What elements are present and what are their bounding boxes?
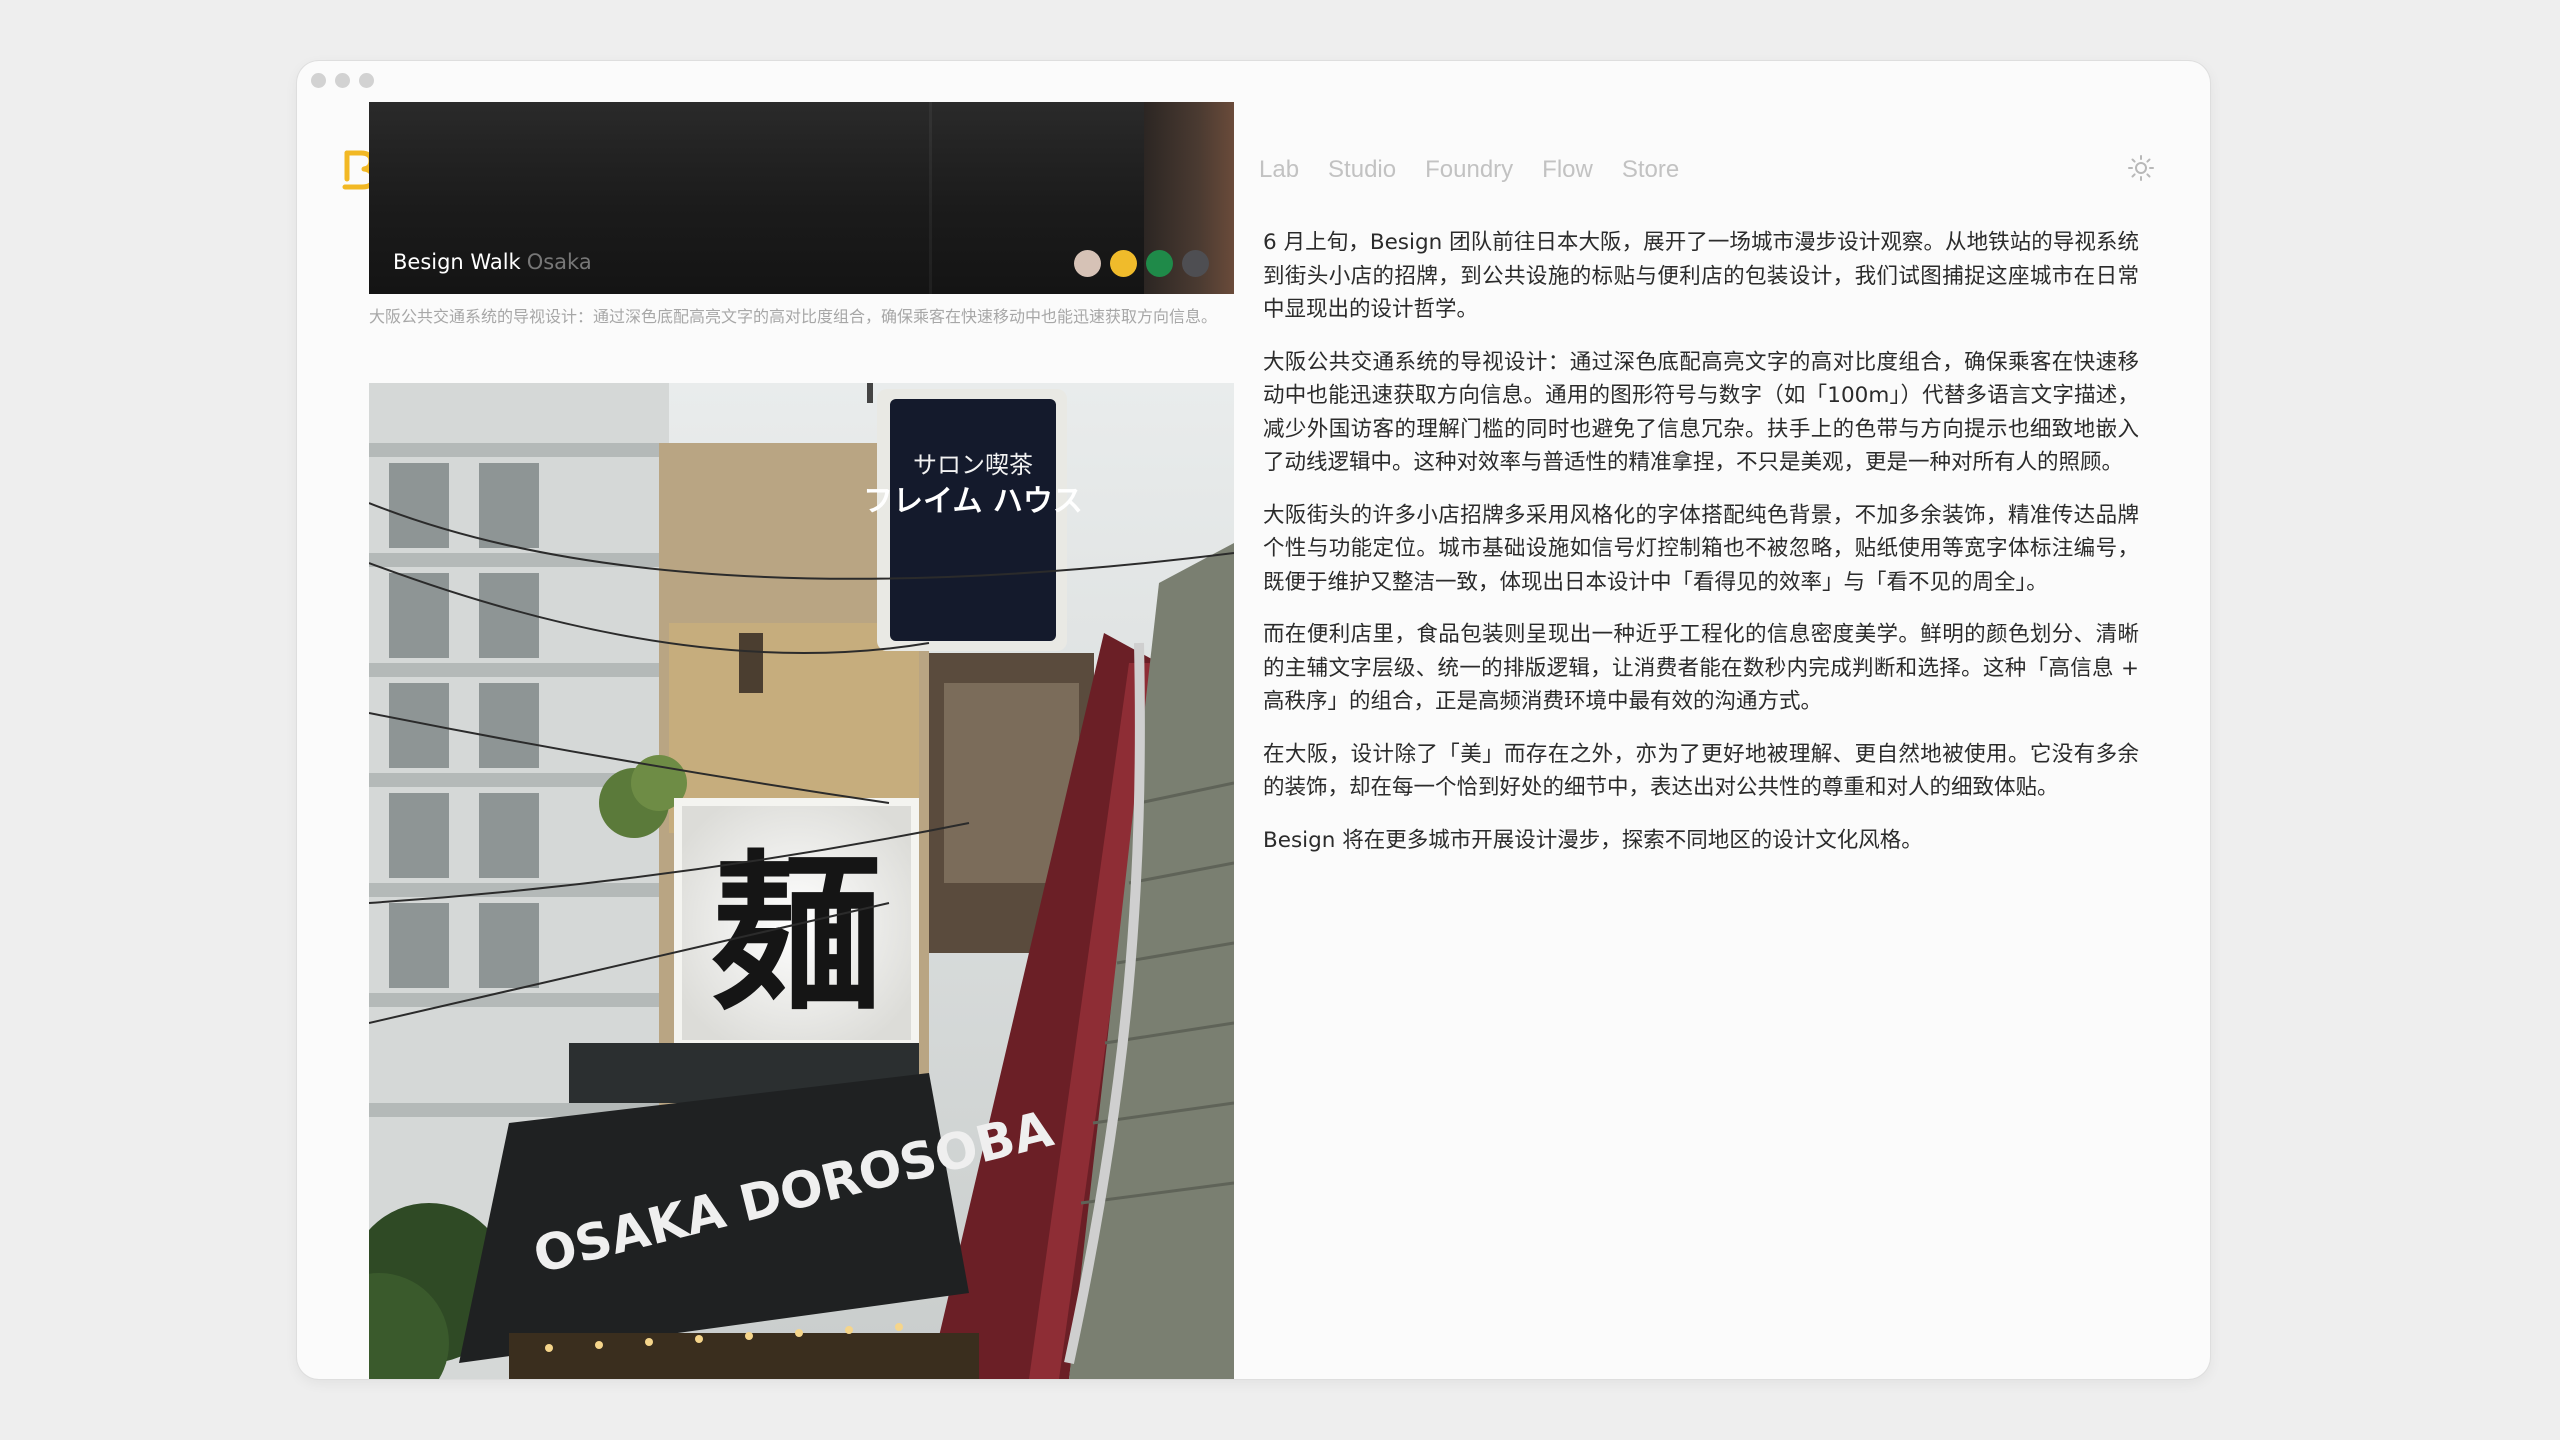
swatch-gray[interactable] [1182, 250, 1209, 277]
swatch-yellow[interactable] [1110, 250, 1137, 277]
nav-foundry[interactable]: Foundry [1425, 156, 1513, 184]
sign-katakana-top: サロン喫茶 [913, 451, 1033, 479]
hero-subtitle: Osaka [526, 250, 592, 274]
nav-lab[interactable]: Lab [1259, 156, 1299, 184]
color-swatches [1074, 250, 1209, 277]
top-nav: Lab Studio Foundry Flow Store [1259, 156, 1679, 184]
sign-katakana-main: フレイム ハウス [863, 484, 1083, 519]
nav-flow[interactable]: Flow [1542, 156, 1593, 184]
street-photo: サロン喫茶 フレイム ハウス 麺 OSAKA DOROSOBA [369, 383, 1234, 1379]
browser-window: Besign Walk Osaka 大阪公共交通系统的导视设计：通过深色底配高亮文… [297, 61, 2210, 1379]
swatch-beige[interactable] [1074, 250, 1101, 277]
swatch-green[interactable] [1146, 250, 1173, 277]
hero-banner[interactable]: Besign Walk Osaka [369, 102, 1234, 294]
article-paragraph-3: 大阪街头的许多小店招牌多采用风格化的字体搭配纯色背景，不加多余装饰，精准传达品牌… [1263, 502, 2139, 595]
window-controls [311, 73, 374, 88]
nav-studio[interactable]: Studio [1328, 156, 1396, 184]
window-maximize-button[interactable] [359, 73, 374, 88]
article-paragraph-4: 而在便利店里，食品包装则呈现出一种近乎工程化的信息密度美学。鲜明的颜色划分、清晰… [1263, 622, 2139, 714]
window-minimize-button[interactable] [335, 73, 350, 88]
article-paragraph-5: 在大阪，设计除了「美」而存在之外，亦为了更好地被理解、更自然地被使用。它没有多余… [1263, 741, 2139, 801]
article-paragraph-6: Besign 将在更多城市开展设计漫步，探索不同地区的设计文化风格。 [1263, 827, 1923, 853]
hero-title: Besign Walk Osaka [393, 250, 592, 274]
article-paragraph-1: 6 月上旬，Besign 团队前往日本大阪，展开了一场城市漫步设计观察。从地铁站… [1263, 230, 2139, 322]
sun-icon[interactable] [2126, 153, 2156, 183]
nav-store[interactable]: Store [1622, 156, 1679, 184]
article-paragraph-2: 大阪公共交通系统的导视设计：通过深色底配高亮文字的高对比度组合，确保乘客在快速移… [1263, 349, 2139, 476]
article-body: 6 月上旬，Besign 团队前往日本大阪，展开了一场城市漫步设计观察。从地铁站… [1263, 226, 2139, 876]
hero-caption: 大阪公共交通系统的导视设计：通过深色底配高亮文字的高对比度组合，确保乘客在快速移… [369, 307, 1218, 326]
window-close-button[interactable] [311, 73, 326, 88]
